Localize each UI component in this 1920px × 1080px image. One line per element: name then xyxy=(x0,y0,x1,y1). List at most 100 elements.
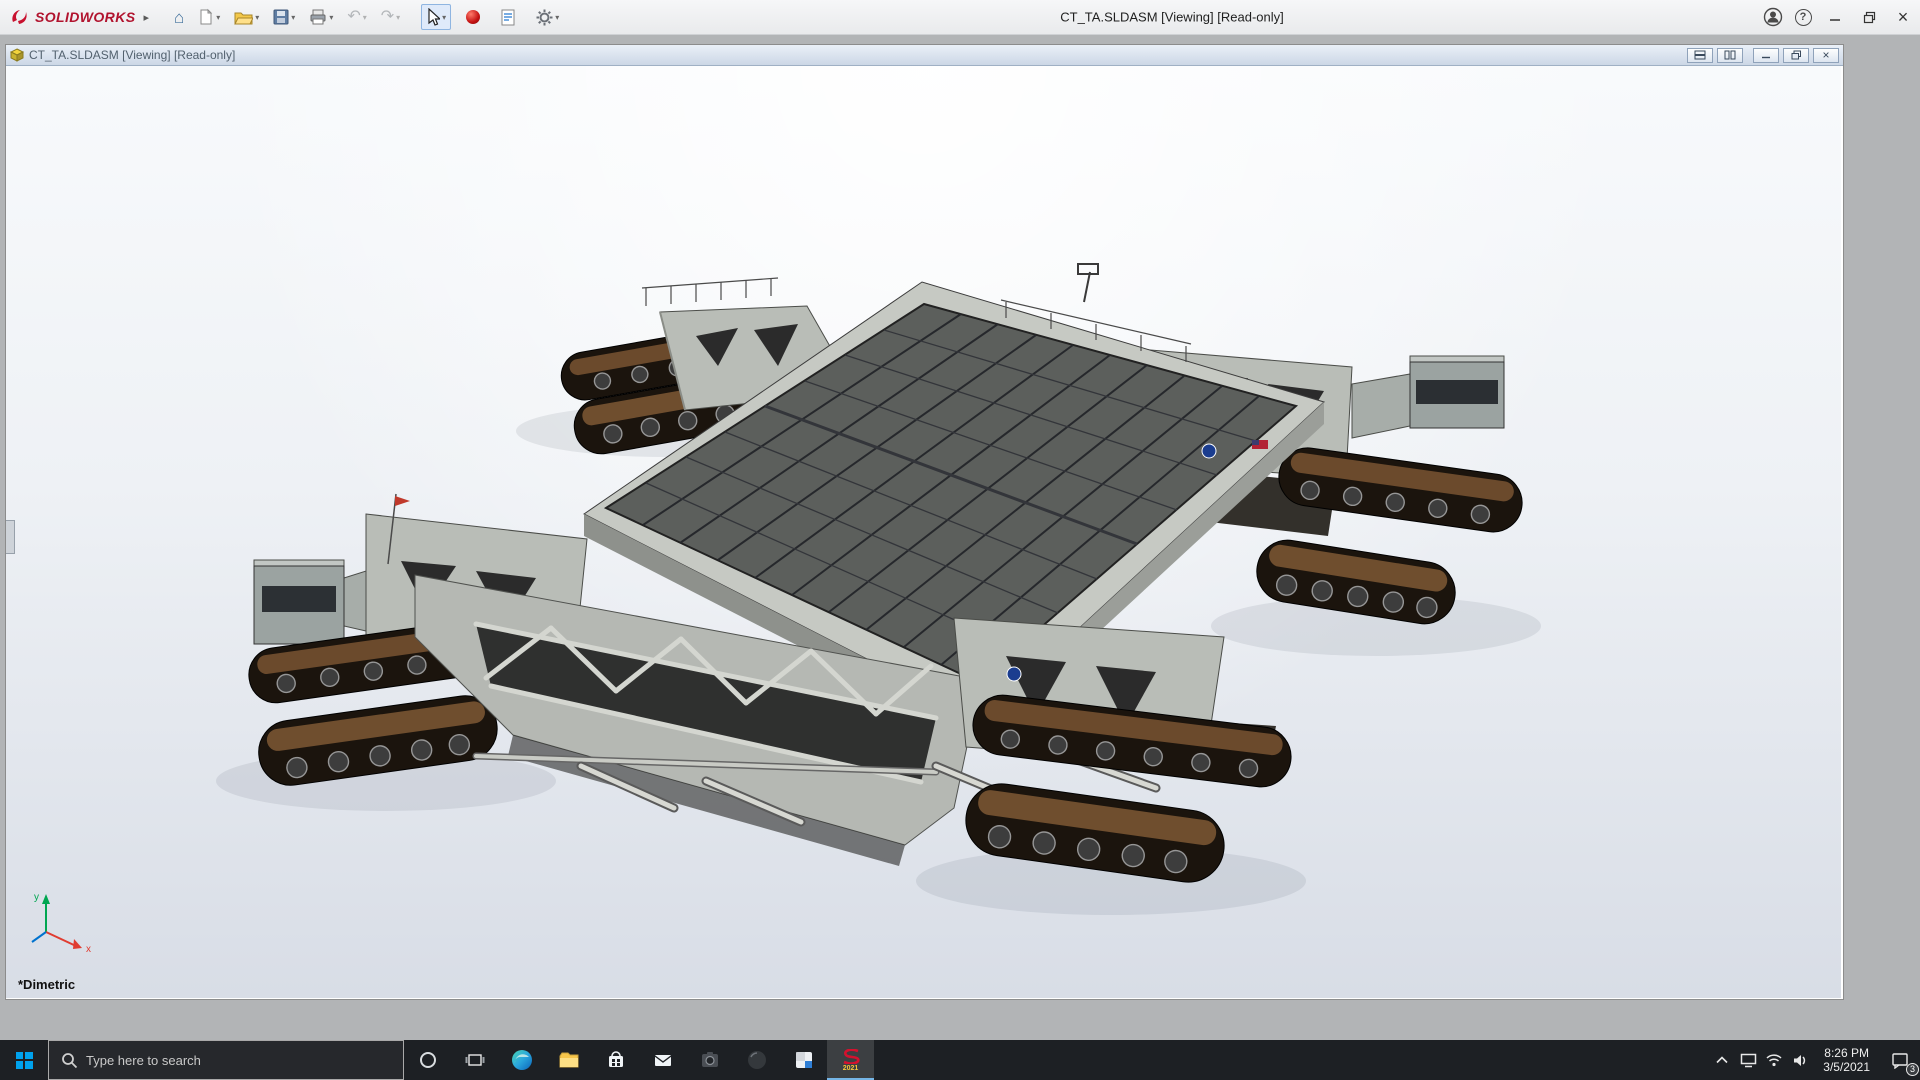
quick-access-toolbar: ⌂ ▾ ▾ xyxy=(169,4,564,30)
chevron-up-icon xyxy=(1716,1056,1728,1064)
document-window-controls: × xyxy=(1683,48,1839,63)
save-button[interactable]: ▾ xyxy=(268,5,300,29)
control-cab-rear-right[interactable] xyxy=(1352,356,1504,438)
task-view-icon xyxy=(465,1052,485,1068)
search-input[interactable] xyxy=(86,1053,391,1068)
taskbar-app-file-explorer[interactable] xyxy=(545,1040,592,1080)
app-title: CT_TA.SLDASM [Viewing] [Read-only] xyxy=(1060,10,1284,25)
notification-count-badge: 3 xyxy=(1906,1063,1919,1076)
redo-button[interactable]: ↷ ▾ xyxy=(376,5,405,29)
open-button[interactable]: ▾ xyxy=(229,6,264,29)
account-button[interactable] xyxy=(1758,5,1788,29)
doc-restore-button[interactable] xyxy=(1783,48,1809,63)
tile-horizontal-icon xyxy=(1694,50,1706,60)
taskbar-app-round[interactable] xyxy=(733,1040,780,1080)
display-icon xyxy=(1740,1053,1757,1068)
document-properties-button[interactable] xyxy=(495,5,521,30)
wifi-icon xyxy=(1765,1053,1783,1067)
taskbar-app-store[interactable] xyxy=(592,1040,639,1080)
restore-icon xyxy=(1863,11,1876,24)
railing-rear-left xyxy=(642,278,778,306)
print-button[interactable]: ▾ xyxy=(304,5,338,29)
toolbar-flyout-arrow-icon[interactable]: ▸ xyxy=(143,11,149,24)
select-tool-button[interactable]: ▾ xyxy=(421,4,451,30)
search-icon xyxy=(61,1052,78,1069)
taskbar-app-edge[interactable] xyxy=(498,1040,545,1080)
screen: SOLIDWORKS ▸ ⌂ ▾ ▾ xyxy=(0,0,1920,1080)
chevron-down-icon[interactable]: ▾ xyxy=(555,13,559,22)
taskbar-app-mail[interactable] xyxy=(639,1040,686,1080)
file-explorer-icon xyxy=(558,1050,580,1070)
save-floppy-icon xyxy=(273,9,289,25)
print-icon xyxy=(309,9,327,25)
home-button[interactable]: ⌂ xyxy=(169,5,189,30)
edge-browser-icon xyxy=(511,1049,533,1071)
tile-vertical-button[interactable] xyxy=(1717,48,1743,63)
crawler-transporter-model[interactable] xyxy=(6,66,1841,998)
volume-button[interactable] xyxy=(1787,1040,1813,1080)
document-window: CT_TA.SLDASM [Viewing] [Read-only] xyxy=(6,45,1843,999)
close-button[interactable]: × xyxy=(1886,4,1920,30)
action-center-button[interactable]: 3 xyxy=(1880,1040,1920,1080)
taskbar-search[interactable] xyxy=(48,1040,404,1080)
mail-envelope-icon xyxy=(652,1049,674,1071)
tiles-app-icon xyxy=(793,1049,815,1071)
doc-close-button[interactable]: × xyxy=(1813,48,1839,63)
taskbar-app-tiles[interactable] xyxy=(780,1040,827,1080)
doc-minimize-button[interactable] xyxy=(1753,48,1779,63)
new-document-icon xyxy=(198,8,214,26)
task-view-button[interactable] xyxy=(451,1040,498,1080)
chevron-down-icon[interactable]: ▾ xyxy=(329,13,333,22)
red-sphere-button[interactable] xyxy=(461,6,485,28)
view-orientation-label: *Dimetric xyxy=(18,977,75,992)
chevron-down-icon[interactable]: ▾ xyxy=(442,13,446,22)
monitor-button[interactable] xyxy=(1735,1040,1761,1080)
app-titlebar: SOLIDWORKS ▸ ⌂ ▾ ▾ xyxy=(0,0,1920,35)
gear-icon xyxy=(536,9,553,26)
start-button[interactable] xyxy=(0,1040,48,1080)
store-bag-icon xyxy=(605,1049,627,1071)
tray-time: 8:26 PM xyxy=(1823,1046,1870,1060)
help-button[interactable]: ? xyxy=(1788,5,1818,29)
options-button[interactable]: ▾ xyxy=(531,5,564,30)
redo-icon: ↷ xyxy=(381,9,394,25)
chevron-down-icon[interactable]: ▾ xyxy=(255,13,259,22)
cursor-arrow-icon xyxy=(426,8,440,26)
minimize-button[interactable] xyxy=(1818,4,1852,30)
cortana-icon xyxy=(418,1050,438,1070)
control-cab-front-left[interactable] xyxy=(254,560,366,644)
document-titlebar[interactable]: CT_TA.SLDASM [Viewing] [Read-only] xyxy=(6,45,1843,66)
undo-button[interactable]: ↶ ▾ xyxy=(342,5,371,29)
document-title: CT_TA.SLDASM [Viewing] [Read-only] xyxy=(29,48,235,62)
restore-icon xyxy=(1791,50,1802,60)
left-splitter-handle[interactable] xyxy=(6,520,15,554)
document-properties-icon xyxy=(500,9,516,26)
hidden-icons-button[interactable] xyxy=(1709,1040,1735,1080)
close-icon: × xyxy=(1822,49,1829,61)
chevron-down-icon: ▾ xyxy=(363,13,367,22)
restore-button[interactable] xyxy=(1852,4,1886,30)
orientation-triad[interactable]: y x xyxy=(24,890,104,952)
system-tray: 8:26 PM 3/5/2021 3 xyxy=(1709,1040,1920,1080)
tile-vertical-icon xyxy=(1724,50,1736,60)
mast xyxy=(1078,264,1098,302)
viewport-3d[interactable]: y x *Dimetric xyxy=(6,66,1841,998)
volume-icon xyxy=(1792,1053,1809,1068)
triad-x-label: x xyxy=(86,944,91,952)
brand-text: SOLIDWORKS xyxy=(35,9,135,25)
taskbar-clock[interactable]: 8:26 PM 3/5/2021 xyxy=(1813,1046,1880,1074)
new-document-button[interactable]: ▾ xyxy=(193,4,225,30)
round-app-icon xyxy=(746,1049,768,1071)
solidworks-app-icon xyxy=(840,1049,862,1064)
taskbar-app-camera[interactable] xyxy=(686,1040,733,1080)
tile-horizontal-button[interactable] xyxy=(1687,48,1713,63)
chevron-down-icon: ▾ xyxy=(396,13,400,22)
taskbar-app-solidworks[interactable]: 2021 xyxy=(827,1040,874,1080)
minimize-icon xyxy=(1829,11,1841,23)
chevron-down-icon[interactable]: ▾ xyxy=(291,13,295,22)
network-button[interactable] xyxy=(1761,1040,1787,1080)
chevron-down-icon[interactable]: ▾ xyxy=(216,13,220,22)
cortana-button[interactable] xyxy=(404,1040,451,1080)
solidworks-version-badge: 2021 xyxy=(843,1065,859,1072)
tray-date: 3/5/2021 xyxy=(1823,1060,1870,1074)
